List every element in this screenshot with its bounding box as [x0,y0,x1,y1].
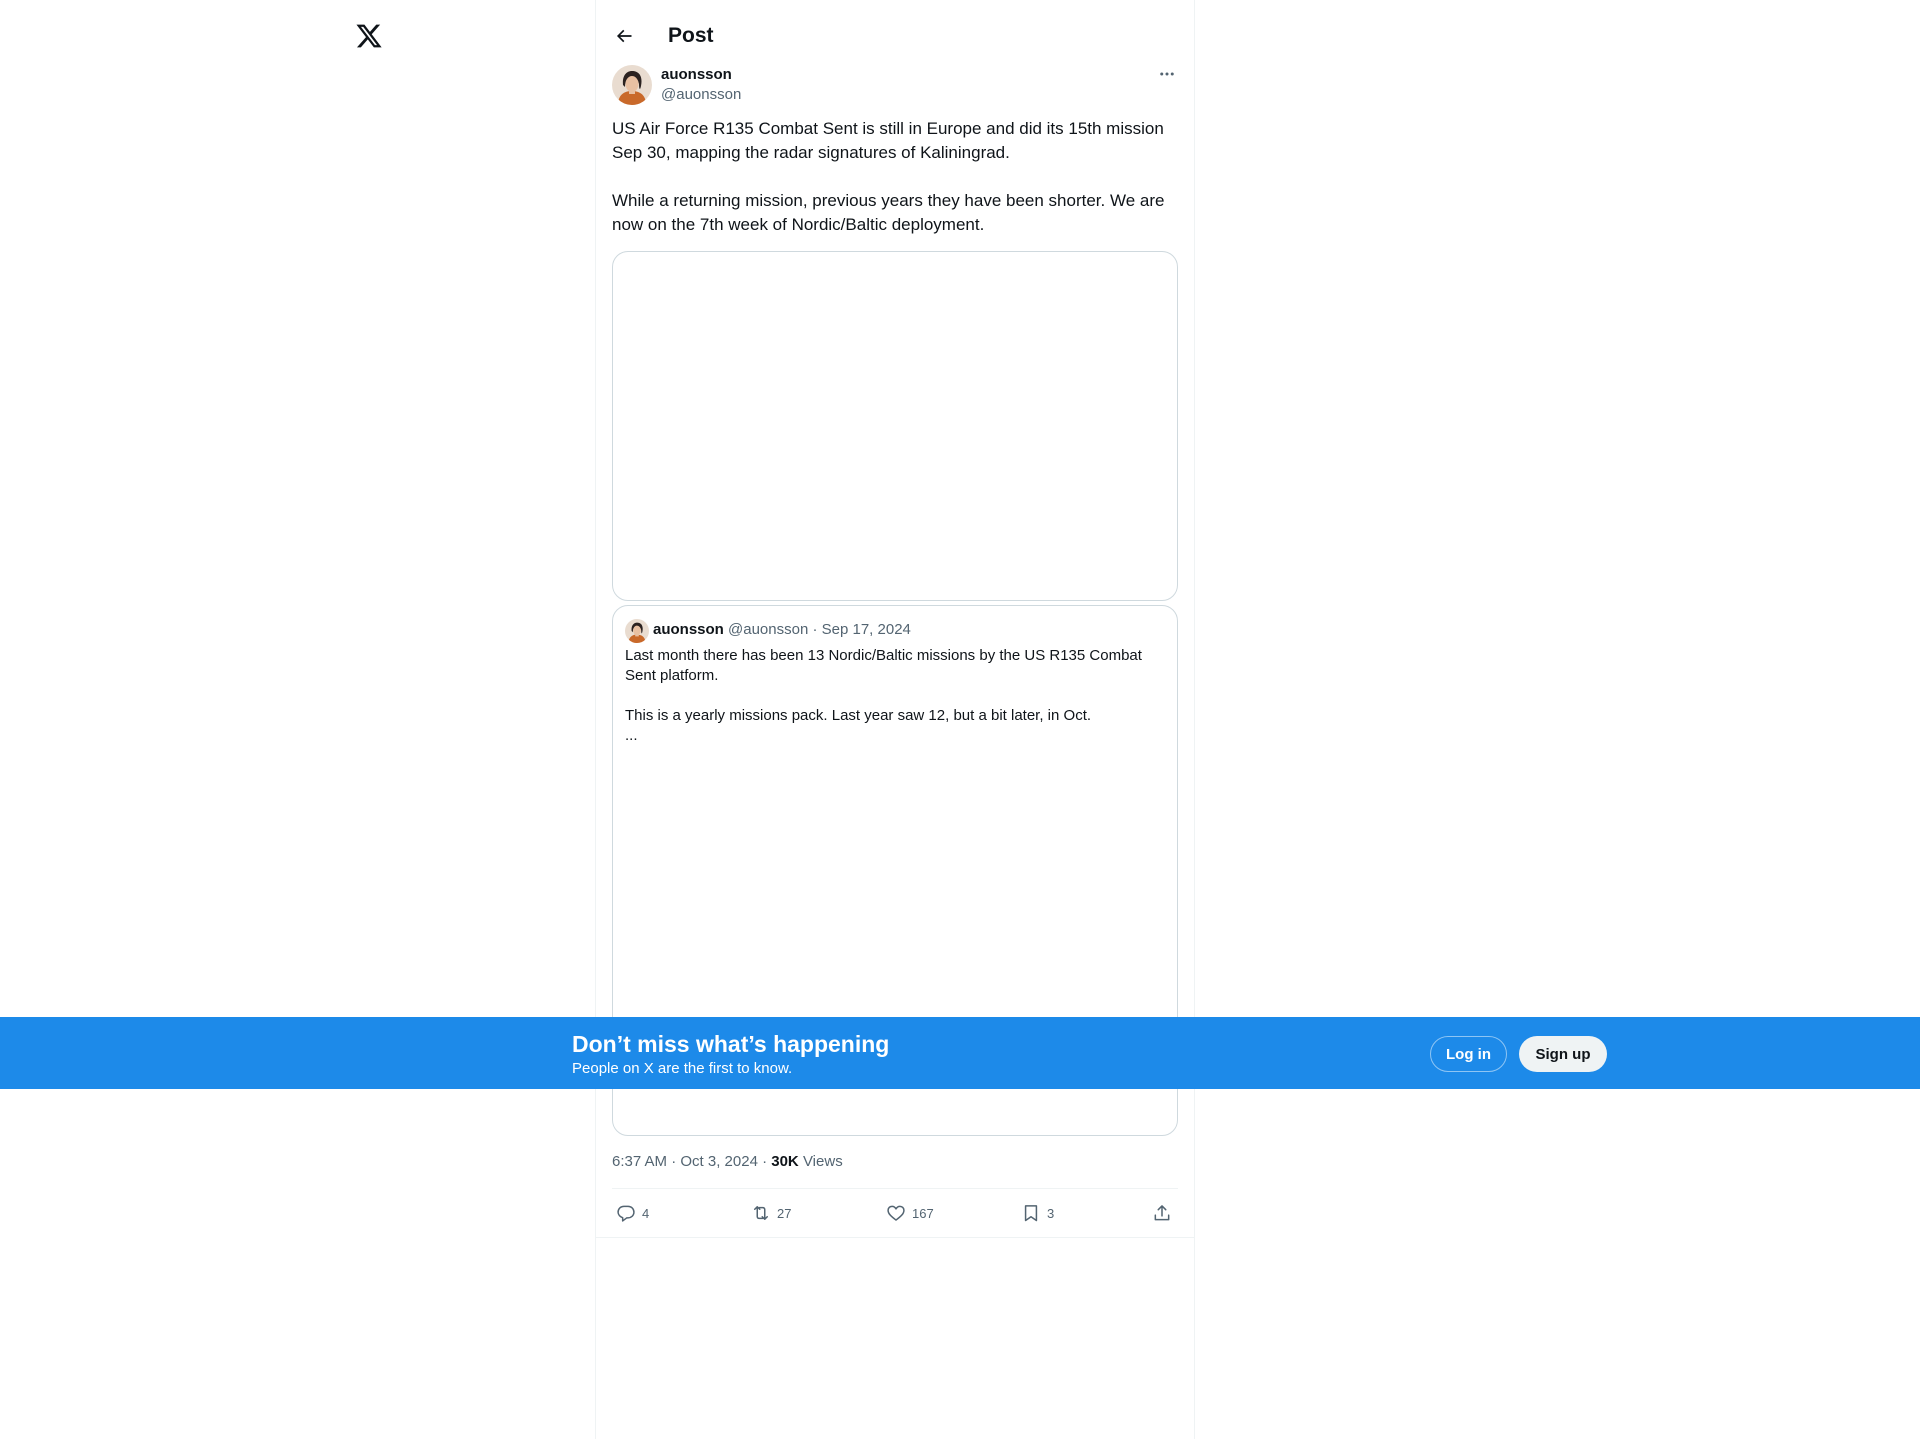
quoted-separator: · [808,621,822,638]
signup-button[interactable]: Sign up [1519,1036,1607,1072]
page-title: Post [668,24,714,47]
post-header: Post [596,0,1194,70]
post-text: US Air Force R135 Combat Sent is still i… [612,117,1182,261]
post-author: auonsson @auonsson [612,64,1178,108]
repost-count: 27 [777,1205,792,1221]
back-button[interactable] [608,20,640,52]
more-horizontal-icon [1160,72,1174,76]
quoted-avatar [625,619,649,643]
bookmark-icon [1024,1205,1038,1222]
author-handle[interactable]: @auonsson [661,85,741,105]
banner-title: Don’t miss what’s happening [572,1031,890,1057]
quoted-ellipsis: ... [625,727,638,744]
quoted-paragraph: Last month there has been 13 Nordic/Balt… [625,647,1142,684]
reply-icon [617,1205,635,1222]
primary-column: Post auonsson @auonsson US Air Force R13… [595,0,1195,1439]
bookmark-button[interactable]: 3 [1021,1203,1054,1223]
reply-count: 4 [642,1205,650,1221]
quoted-author-handle: @auonsson [728,621,809,638]
quoted-text: Last month there has been 13 Nordic/Balt… [625,646,1165,746]
repost-button[interactable]: 27 [751,1203,791,1223]
reply-button[interactable]: 4 [616,1203,649,1223]
arrow-left-icon [616,29,632,43]
like-count: 167 [912,1205,934,1221]
x-logo-icon[interactable] [355,22,383,50]
more-button[interactable] [1156,64,1178,84]
avatar[interactable] [612,65,652,105]
login-button[interactable]: Log in [1430,1036,1507,1072]
action-bar: 4 27 167 3 [612,1188,1178,1238]
signup-banner: Don’t miss what’s happening People on X … [0,1017,1920,1089]
quoted-author-name: auonsson [653,621,724,638]
quoted-meta: auonsson @auonsson · Sep 17, 2024 [653,620,911,640]
heart-icon [887,1205,905,1221]
repost-icon [754,1206,768,1220]
author-name[interactable]: auonsson [661,65,732,85]
share-icon [1154,1205,1170,1221]
banner-subtitle: People on X are the first to know. [572,1060,793,1077]
quoted-paragraph: This is a yearly missions pack. Last yea… [625,707,1092,724]
like-button[interactable]: 167 [886,1203,934,1223]
post-paragraph: While a returning mission, previous year… [612,191,1165,234]
timestamp-text[interactable]: 6:37 AM · Oct 3, 2024 · [612,1153,771,1170]
post-paragraph: US Air Force R135 Combat Sent is still i… [612,119,1164,162]
bookmark-count: 3 [1047,1205,1055,1221]
media-embed[interactable] [612,251,1178,601]
quoted-date: Sep 17, 2024 [821,621,911,638]
post-timestamp: 6:37 AM · Oct 3, 2024 · 30K Views [612,1152,843,1172]
divider [596,1237,1194,1238]
views-count: 30K [771,1153,799,1170]
share-button[interactable] [1152,1203,1172,1223]
views-label: Views [798,1153,843,1170]
